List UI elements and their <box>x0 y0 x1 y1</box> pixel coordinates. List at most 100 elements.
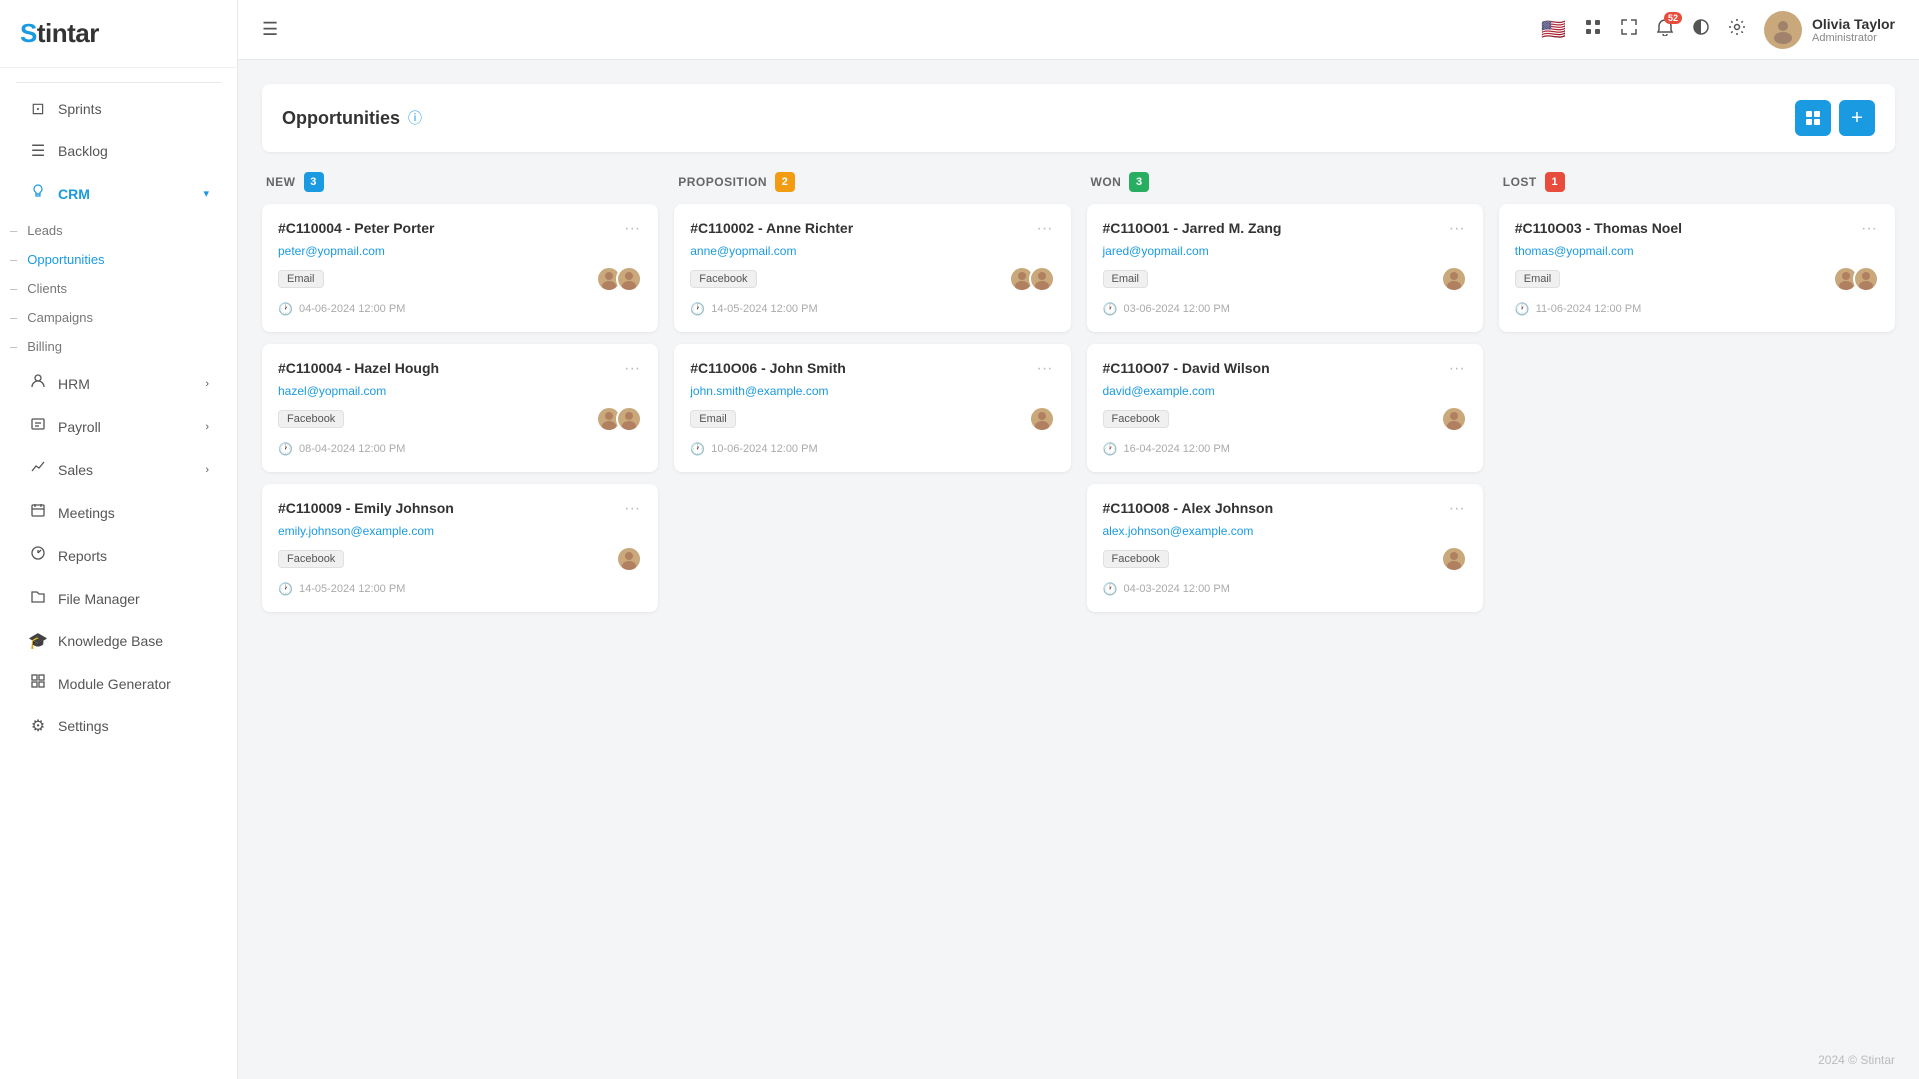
card-footer: 🕐 03-06-2024 12:00 PM <box>1103 302 1467 316</box>
crm-submenu: Leads Opportunities Clients Campaigns Bi… <box>0 216 237 361</box>
col-badge-proposition: 2 <box>775 172 795 192</box>
col-badge-new: 3 <box>304 172 324 192</box>
card-email: emily.johnson@example.com <box>278 524 642 538</box>
sidebar-item-clients[interactable]: Clients <box>0 274 237 303</box>
sidebar-item-file-manager[interactable]: File Manager <box>8 578 229 619</box>
kanban-col-won: WON 3 #C110O01 - Jarred M. Zang ··· jare… <box>1087 172 1483 624</box>
card-menu-button[interactable]: ··· <box>622 360 642 378</box>
card-header: #C110O06 - John Smith ··· <box>690 360 1054 378</box>
sidebar-item-knowledge-base[interactable]: 🎓 Knowledge Base <box>8 621 229 661</box>
sidebar-item-meetings[interactable]: Meetings <box>8 492 229 533</box>
card-menu-button[interactable]: ··· <box>1859 220 1879 238</box>
card-header: #C110O03 - Thomas Noel ··· <box>1515 220 1879 238</box>
theme-toggle-icon[interactable] <box>1692 18 1710 41</box>
card-menu-button[interactable]: ··· <box>1447 360 1467 378</box>
sidebar-label-file-manager: File Manager <box>58 591 140 607</box>
page-actions: + <box>1795 100 1875 136</box>
user-info[interactable]: Olivia Taylor Administrator <box>1764 11 1895 49</box>
sales-arrow-icon: › <box>205 464 209 476</box>
card-menu-button[interactable]: ··· <box>1035 220 1055 238</box>
card-menu-button[interactable]: ··· <box>622 220 642 238</box>
sidebar-item-reports[interactable]: Reports <box>8 535 229 576</box>
sidebar-label-meetings: Meetings <box>58 505 115 521</box>
main-area: ☰ 🇺🇸 52 <box>238 0 1919 1079</box>
clock-icon: 🕐 <box>1103 582 1118 596</box>
card-C110004-hazel[interactable]: #C110004 - Hazel Hough ··· hazel@yopmail… <box>262 344 658 472</box>
card-tag: Email <box>1515 270 1561 288</box>
card-C110002[interactable]: #C110002 - Anne Richter ··· anne@yopmail… <box>674 204 1070 332</box>
card-time: 08-04-2024 12:00 PM <box>299 443 405 455</box>
sidebar-label-sales: Sales <box>58 462 93 478</box>
sidebar-item-backlog[interactable]: ☰ Backlog <box>8 131 229 171</box>
card-time: 14-05-2024 12:00 PM <box>299 583 405 595</box>
card-C110009[interactable]: #C110009 - Emily Johnson ··· emily.johns… <box>262 484 658 612</box>
sidebar-item-sales[interactable]: Sales › <box>8 449 229 490</box>
card-menu-button[interactable]: ··· <box>1447 500 1467 518</box>
col-label-proposition: PROPOSITION <box>678 175 767 189</box>
card-title: #C110002 - Anne Richter <box>690 220 853 236</box>
card-time: 04-06-2024 12:00 PM <box>299 303 405 315</box>
card-email: hazel@yopmail.com <box>278 384 642 398</box>
card-avatar <box>1441 266 1467 292</box>
sidebar-item-payroll[interactable]: Payroll › <box>8 406 229 447</box>
card-menu-button[interactable]: ··· <box>1447 220 1467 238</box>
hrm-arrow-icon: › <box>205 378 209 390</box>
sidebar-item-hrm[interactable]: HRM › <box>8 363 229 404</box>
card-title: #C110004 - Hazel Hough <box>278 360 439 376</box>
sidebar-item-module-generator[interactable]: Module Generator <box>8 663 229 704</box>
page-title: Opportunities <box>282 108 400 129</box>
card-avatars <box>596 266 642 292</box>
billing-label: Billing <box>27 339 62 354</box>
sidebar-item-opportunities[interactable]: Opportunities <box>0 245 237 274</box>
card-C110007[interactable]: #C110O07 - David Wilson ··· david@exampl… <box>1087 344 1483 472</box>
card-email: alex.johnson@example.com <box>1103 524 1467 538</box>
col-header-won: WON 3 <box>1087 172 1483 204</box>
footer-text: 2024 © Stintar <box>1818 1053 1895 1067</box>
language-flag[interactable]: 🇺🇸 <box>1541 17 1566 42</box>
card-avatars <box>1009 266 1055 292</box>
card-avatars <box>596 406 642 432</box>
card-menu-button[interactable]: ··· <box>622 500 642 518</box>
card-title: #C110004 - Peter Porter <box>278 220 434 236</box>
card-avatars <box>1833 266 1879 292</box>
card-C110003[interactable]: #C110O03 - Thomas Noel ··· thomas@yopmai… <box>1499 204 1895 332</box>
meetings-icon <box>28 502 48 523</box>
card-C110006[interactable]: #C110O06 - John Smith ··· john.smith@exa… <box>674 344 1070 472</box>
header: ☰ 🇺🇸 52 <box>238 0 1919 60</box>
footer: 2024 © Stintar <box>238 1041 1919 1079</box>
col-badge-won: 3 <box>1129 172 1149 192</box>
knowledge-base-icon: 🎓 <box>28 631 48 651</box>
expand-icon[interactable] <box>1620 18 1638 41</box>
card-title: #C110O06 - John Smith <box>690 360 846 376</box>
sidebar-divider-top <box>16 82 221 83</box>
clock-icon: 🕐 <box>278 582 293 596</box>
sidebar-item-crm[interactable]: CRM ▾ <box>8 173 229 214</box>
card-time: 11-06-2024 12:00 PM <box>1536 303 1642 315</box>
sidebar-item-sprints[interactable]: ⊡ Sprints <box>8 89 229 129</box>
card-avatars <box>1029 406 1055 432</box>
sidebar: Stintar ⊡ Sprints ☰ Backlog CRM ▾ <box>0 0 238 1079</box>
notification-bell-icon[interactable]: 52 <box>1656 18 1674 41</box>
card-C110001[interactable]: #C110O01 - Jarred M. Zang ··· jared@yopm… <box>1087 204 1483 332</box>
clock-icon: 🕐 <box>1103 302 1118 316</box>
sidebar-item-campaigns[interactable]: Campaigns <box>0 303 237 332</box>
add-opportunity-button[interactable]: + <box>1839 100 1875 136</box>
sidebar-item-billing[interactable]: Billing <box>0 332 237 361</box>
sidebar-item-leads[interactable]: Leads <box>0 216 237 245</box>
card-email: john.smith@example.com <box>690 384 1054 398</box>
menu-toggle-button[interactable]: ☰ <box>262 19 278 40</box>
card-tag: Facebook <box>1103 410 1169 428</box>
header-right: 🇺🇸 52 Olivia Taylor <box>1541 11 1895 49</box>
card-menu-button[interactable]: ··· <box>1035 360 1055 378</box>
card-C110004-peter[interactable]: #C110004 - Peter Porter ··· peter@yopmai… <box>262 204 658 332</box>
card-tag: Email <box>278 270 324 288</box>
card-mid: Email <box>1103 266 1467 292</box>
crm-icon <box>28 183 48 204</box>
grid-view-button[interactable] <box>1795 100 1831 136</box>
card-header: #C110009 - Emily Johnson ··· <box>278 500 642 518</box>
apps-icon[interactable] <box>1584 18 1602 41</box>
sidebar-item-settings[interactable]: ⚙ Settings <box>8 706 229 746</box>
app-logo: Stintar <box>20 18 99 48</box>
gear-settings-icon[interactable] <box>1728 18 1746 41</box>
card-C110008[interactable]: #C110O08 - Alex Johnson ··· alex.johnson… <box>1087 484 1483 612</box>
